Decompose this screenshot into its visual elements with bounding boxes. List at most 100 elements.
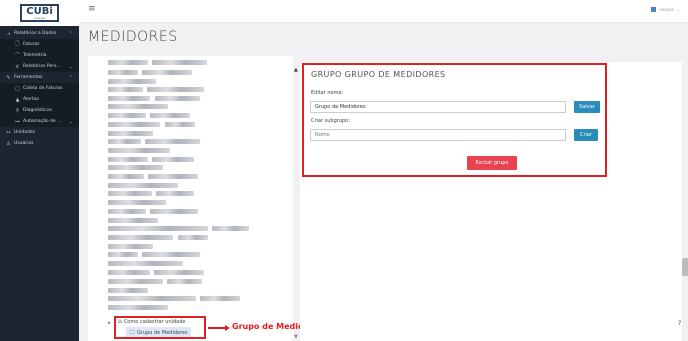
blurred-tree-item[interactable] bbox=[155, 96, 200, 101]
blurred-tree-item[interactable] bbox=[108, 60, 148, 65]
blurred-tree-item[interactable] bbox=[108, 96, 150, 101]
scrollbar-handle[interactable] bbox=[682, 258, 688, 276]
user-menu[interactable]: xxxxxx ⌄ bbox=[651, 7, 680, 12]
avatar bbox=[651, 7, 657, 12]
scroll-up-icon[interactable]: ▲ bbox=[294, 67, 298, 73]
blurred-tree-item[interactable] bbox=[108, 191, 152, 196]
blurred-tree-item[interactable] bbox=[145, 139, 200, 144]
sidebar-item[interactable]: ▢ Coleta de Faturas bbox=[0, 83, 79, 94]
blurred-tree-item[interactable] bbox=[147, 87, 204, 92]
help-icon[interactable]: ? bbox=[678, 320, 681, 327]
blurred-tree-item[interactable] bbox=[108, 261, 183, 266]
chevron-icon: ⌃ bbox=[68, 74, 73, 81]
blurred-tree-item[interactable] bbox=[108, 200, 166, 205]
blurred-tree-item[interactable] bbox=[108, 157, 148, 162]
sidebar-item-label: Diagnósticos bbox=[23, 108, 52, 113]
scroll-down-icon[interactable]: ▼ bbox=[294, 334, 298, 340]
save-button[interactable]: Salvar bbox=[574, 101, 600, 113]
blurred-tree-item[interactable] bbox=[108, 165, 163, 170]
sidebar-item[interactable]: 🗋 Faturas bbox=[0, 39, 79, 50]
blurred-tree-item[interactable] bbox=[108, 87, 143, 92]
blurred-tree-item[interactable] bbox=[108, 296, 196, 301]
blurred-tree-item[interactable] bbox=[108, 235, 173, 240]
logo[interactable]: CUBi energia bbox=[20, 4, 59, 22]
diagnostics-icon: ⚲ bbox=[15, 107, 20, 114]
subgroup-name-input[interactable] bbox=[310, 129, 566, 141]
blurred-tree-item[interactable] bbox=[108, 288, 148, 293]
tree-expand-icon[interactable]: ▸ bbox=[108, 320, 111, 326]
chevron-icon: ⌄ bbox=[68, 63, 73, 70]
document-icon: 🗋 bbox=[15, 40, 20, 47]
sidebar-item[interactable]: ⩘ Relatórios e Dados ⌃ bbox=[0, 28, 79, 39]
blurred-tree-item[interactable] bbox=[108, 148, 170, 153]
telemetry-icon: ⌒ bbox=[14, 53, 20, 59]
blurred-tree-item[interactable] bbox=[142, 70, 192, 75]
topbar: ≡ xxxxxx ⌄ bbox=[79, 0, 688, 23]
blurred-tree-item[interactable] bbox=[167, 279, 202, 284]
sidebar-item[interactable]: ▲ Alertas bbox=[0, 94, 79, 105]
sidebar-nav: ⩘ Relatórios e Dados ⌃ 🗋 Faturas ⌒ Telemetria ⚟… bbox=[0, 26, 79, 149]
delete-group-button[interactable]: Excluir grupo bbox=[467, 156, 517, 170]
sidebar: CUBi energia ⩘ Relatórios e Dados ⌃ 🗋 Fatura… bbox=[0, 0, 79, 341]
chart-icon: ⩘ bbox=[7, 30, 10, 37]
blurred-tree-item[interactable] bbox=[200, 296, 240, 301]
sidebar-item[interactable]: ⚟ Relatórios Pers... ⌄ bbox=[0, 61, 79, 72]
collect-icon: ▢ bbox=[15, 85, 20, 92]
sidebar-item[interactable]: ♙ Usuários bbox=[0, 138, 79, 149]
sidebar-item-label: Automação de ... bbox=[23, 119, 62, 124]
group-panel-title: GRUPO GRUPO DE MEDIDORES bbox=[311, 70, 446, 79]
annotation-arrow-icon bbox=[225, 325, 230, 331]
sidebar-item[interactable]: ✎ Ferramentas ⌃ bbox=[0, 72, 79, 83]
edit-name-label: Editar nome: bbox=[311, 90, 344, 96]
blurred-tree-item[interactable] bbox=[108, 79, 156, 84]
page-title: MEDIDORES bbox=[88, 29, 178, 45]
subgroup-label: Criar subgrupo: bbox=[311, 118, 350, 124]
blurred-tree-item[interactable] bbox=[178, 235, 208, 240]
user-icon: ♙ bbox=[6, 140, 11, 147]
blurred-tree-item[interactable] bbox=[108, 174, 144, 179]
blurred-tree-item[interactable] bbox=[152, 60, 207, 65]
blurred-tree-item[interactable] bbox=[108, 70, 138, 75]
blurred-tree-item[interactable] bbox=[165, 122, 195, 127]
sidebar-item[interactable]: ⌒ Telemetria bbox=[0, 50, 79, 61]
sidebar-item-label: Alertas bbox=[23, 97, 39, 102]
blurred-tree-item[interactable] bbox=[108, 226, 208, 231]
sidebar-item[interactable]: ⚲ Diagnósticos bbox=[0, 105, 79, 116]
blurred-tree-item[interactable] bbox=[108, 279, 163, 284]
highlight-box-tree bbox=[114, 316, 206, 339]
blurred-tree-item[interactable] bbox=[108, 131, 153, 136]
blurred-tree-item[interactable] bbox=[152, 157, 194, 162]
blurred-tree-item[interactable] bbox=[108, 244, 153, 249]
units-icon: ⚯ bbox=[6, 129, 11, 136]
sidebar-item-label: Usuários bbox=[14, 141, 34, 146]
blurred-tree-item[interactable] bbox=[148, 174, 198, 179]
blurred-tree-item[interactable] bbox=[156, 191, 194, 196]
blurred-tree-item[interactable] bbox=[108, 139, 141, 144]
blurred-tree-item[interactable] bbox=[150, 113, 190, 118]
blurred-tree-item[interactable] bbox=[150, 209, 198, 214]
blurred-tree-item[interactable] bbox=[108, 122, 160, 127]
menu-toggle-icon[interactable]: ≡ bbox=[88, 4, 96, 14]
sidebar-item[interactable]: ⚯ Unidades bbox=[0, 127, 79, 138]
blurred-tree-item[interactable] bbox=[108, 270, 150, 275]
blurred-tree-item[interactable] bbox=[108, 209, 146, 214]
blurred-tree-item[interactable] bbox=[108, 183, 178, 188]
chevron-down-icon: ⌄ bbox=[676, 7, 680, 12]
blurred-tree-item[interactable] bbox=[142, 252, 200, 257]
filter-icon: ⚟ bbox=[15, 63, 20, 70]
sidebar-item-label: Relatórios Pers... bbox=[23, 64, 61, 69]
sidebar-item-label: Unidades bbox=[14, 130, 35, 135]
blurred-tree-item[interactable] bbox=[154, 270, 204, 275]
blurred-tree-item[interactable] bbox=[108, 305, 168, 310]
edit-name-input[interactable] bbox=[310, 101, 566, 113]
blurred-tree-item[interactable] bbox=[108, 104, 168, 109]
blurred-tree-item[interactable] bbox=[108, 252, 138, 257]
chevron-icon: ⌄ bbox=[68, 118, 73, 125]
sidebar-item[interactable]: ⊶ Automação de ... ⌄ bbox=[0, 116, 79, 127]
blurred-tree-item[interactable] bbox=[212, 226, 249, 231]
sidebar-item-label: Ferramentas bbox=[14, 75, 43, 80]
create-button[interactable]: Criar bbox=[574, 129, 598, 141]
sidebar-item-label: Relatórios e Dados bbox=[14, 31, 57, 36]
blurred-tree-item[interactable] bbox=[108, 113, 146, 118]
blurred-tree-item[interactable] bbox=[108, 218, 158, 223]
